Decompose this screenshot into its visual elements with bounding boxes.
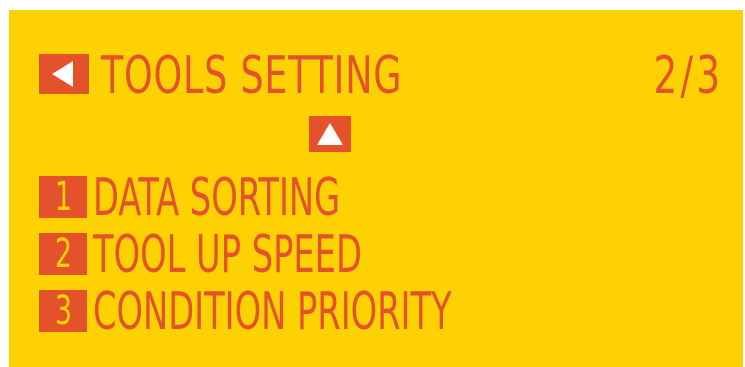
item-number-badge: 3	[39, 290, 87, 332]
page-indicator: 2/3	[653, 46, 723, 106]
menu-item-condition-priority[interactable]: 3 CONDITION PRIORITY	[39, 282, 729, 342]
menu-item-label: DATA SORTING	[93, 168, 341, 228]
item-number-badge: 1	[39, 176, 87, 218]
menu-item-label: CONDITION PRIORITY	[93, 282, 452, 342]
page-title: TOOLS SETTING	[101, 46, 403, 106]
scroll-up-button[interactable]	[309, 116, 351, 152]
menu-item-tool-up-speed[interactable]: 2 TOOL UP SPEED	[39, 225, 729, 285]
header: TOOLS SETTING 2/3	[39, 46, 723, 106]
lcd-screen: TOOLS SETTING 2/3 1 DATA SORTING 2 TOOL …	[9, 10, 743, 367]
up-triangle-icon	[317, 123, 343, 145]
left-triangle-icon	[52, 61, 73, 87]
item-number-badge: 2	[39, 233, 87, 275]
settings-menu: 1 DATA SORTING 2 TOOL UP SPEED 3 CONDITI…	[39, 168, 729, 342]
menu-item-data-sorting[interactable]: 1 DATA SORTING	[39, 168, 729, 228]
menu-item-label: TOOL UP SPEED	[93, 225, 362, 285]
back-button[interactable]	[39, 54, 89, 94]
